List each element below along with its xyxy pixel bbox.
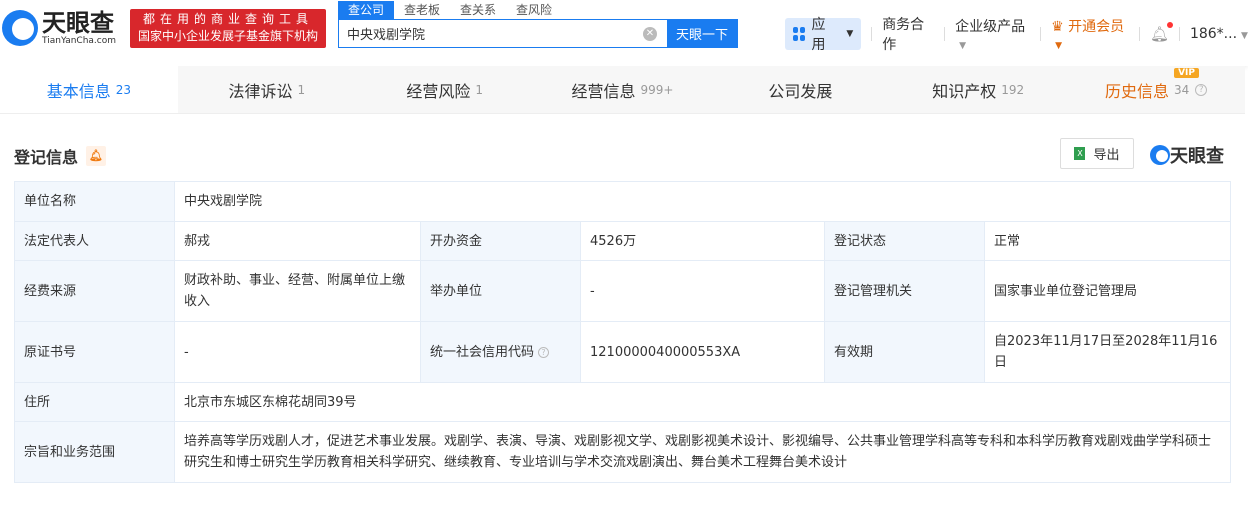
section-title: 登记信息 🔔︎ [14, 144, 107, 168]
cell-label: 宗旨和业务范围 [14, 421, 175, 483]
table-row: 住所 北京市东城区东棉花胡同39号 [14, 382, 1232, 422]
nav-business[interactable]: 商务合作 [882, 14, 934, 54]
brand-watermark: 天眼查 [1150, 142, 1224, 168]
apps-grid-icon [793, 27, 806, 41]
export-button[interactable]: X 导出 [1060, 138, 1134, 169]
search-tab-boss[interactable]: 查老板 [394, 1, 450, 19]
cell-value: 4526万 [580, 221, 825, 261]
cell-value: 财政补助、事业、经营、附属单位上缴收入 [174, 260, 421, 322]
tab-operation[interactable]: 经营信息 999+ [534, 66, 712, 113]
cell-value: 1210000040000553XA [580, 321, 825, 383]
apps-label: 应用 [811, 17, 826, 53]
tab-count: 1 [475, 82, 483, 97]
chevron-down-icon: ▼ [1241, 31, 1248, 41]
logo-icon [1150, 145, 1170, 165]
logo-icon [2, 10, 38, 46]
section-title-text: 登记信息 [14, 148, 79, 167]
apps-menu[interactable]: 应用 ▼ [785, 17, 862, 53]
tab-count: 23 [115, 82, 132, 97]
chevron-down-icon: ▼ [1055, 41, 1063, 51]
help-icon[interactable]: ? [538, 346, 550, 358]
nav-vip-label: 开通会员 [1068, 19, 1125, 35]
legal-rep-link[interactable]: 郝戎 [174, 221, 421, 261]
search-tabs: 查公司 查老板 查关系 查风险 [338, 1, 562, 19]
search-input[interactable] [339, 20, 643, 47]
registration-table: 单位名称 中央戏剧学院 法定代表人 郝戎 开办资金 4526万 登记状态 正常 … [14, 181, 1232, 483]
bell-icon[interactable]: 🔔︎ [86, 146, 107, 166]
top-nav: 应用 ▼ 商务合作 企业级产品▼ ♛ 开通会员▼ 🔔︎ 186*... ▼ [785, 16, 1248, 53]
cell-label: 登记状态 [824, 221, 985, 261]
cell-value: 国家事业单位登记管理局 [983, 260, 1232, 322]
brand-name: 天眼查 [1170, 146, 1224, 167]
tab-ip[interactable]: 知识产权 192 [889, 66, 1067, 113]
table-row: 经费来源 财政补助、事业、经营、附属单位上缴收入 举办单位 - 登记管理机关 国… [14, 260, 1232, 322]
cell-label: 单位名称 [14, 181, 175, 222]
cell-label-text: 统一社会信用代码 [430, 344, 535, 360]
tab-count: 34 [1173, 82, 1190, 97]
excel-icon: X [1074, 147, 1086, 160]
slogan-line: 都在用的商业查询工具 [142, 12, 313, 26]
nav-enterprise[interactable]: 企业级产品 ▼ [955, 16, 1030, 52]
clear-icon[interactable]: ✕ [643, 27, 657, 41]
tab-label: 基本信息 [46, 81, 111, 101]
logo-name: 天眼查 [42, 9, 114, 37]
cell-value: 正常 [983, 221, 1232, 261]
table-row: 法定代表人 郝戎 开办资金 4526万 登记状态 正常 [14, 221, 1232, 261]
search-box: ✕ 天眼一下 [338, 19, 738, 48]
cell-value: - [580, 260, 825, 322]
tab-risk[interactable]: 经营风险 1 [356, 66, 534, 113]
slogan-banner[interactable]: 都在用的商业查询工具 国家中小企业发展子基金旗下机构 [130, 9, 326, 48]
vip-badge: VIP [1174, 68, 1200, 78]
chevron-down-icon: ▼ [846, 29, 854, 39]
cell-label: 经费来源 [14, 260, 175, 322]
search-tab-company[interactable]: 查公司 [338, 1, 395, 19]
tab-legal[interactable]: 法律诉讼 1 [178, 66, 356, 113]
cell-label: 有效期 [824, 321, 985, 383]
cell-value: 自2023年11月17日至2028年11月16日 [983, 321, 1232, 383]
tab-count: 1 [297, 82, 306, 97]
tab-history[interactable]: VIP 历史信息 34? [1067, 66, 1245, 113]
table-row: 宗旨和业务范围 培养高等学历戏剧人才，促进艺术事业发展。戏剧学、表演、导演、戏剧… [14, 421, 1232, 483]
logo-domain: TianYanCha.com [42, 36, 117, 46]
chevron-down-icon: ▼ [959, 41, 967, 51]
tab-label: 历史信息 [1104, 81, 1169, 101]
tab-label: 公司发展 [768, 81, 833, 101]
cell-label: 举办单位 [420, 260, 581, 322]
cell-value: - [174, 321, 421, 383]
tab-label: 知识产权 [932, 81, 997, 101]
search-tab-relation[interactable]: 查关系 [450, 1, 506, 19]
top-bar: 天眼查 TianYanCha.com 都在用的商业查询工具 国家中小企业发展子基… [0, 0, 1248, 66]
table-row: 原证书号 - 统一社会信用代码? 1210000040000553XA 有效期 … [14, 321, 1232, 383]
main-tabs: 基本信息 23 法律诉讼 1 经营风险 1 经营信息 999+ 公司发展 知识产权 192… [0, 66, 1245, 114]
cell-value: 培养高等学历戏剧人才，促进艺术事业发展。戏剧学、表演、导演、戏剧影视文学、戏剧影… [173, 421, 1232, 483]
cell-value: 中央戏剧学院 [173, 181, 1232, 222]
tab-count: 999+ [640, 82, 674, 97]
nav-enterprise-label: 企业级产品 [955, 19, 1026, 35]
tab-label: 经营风险 [406, 81, 471, 101]
tab-label: 法律诉讼 [228, 81, 293, 101]
search-button[interactable]: 天眼一下 [667, 20, 737, 47]
cell-label: 法定代表人 [14, 221, 175, 261]
cell-label: 统一社会信用代码? [420, 321, 581, 383]
bell-icon[interactable]: 🔔︎ [1150, 22, 1174, 43]
cell-label: 登记管理机关 [824, 260, 985, 322]
user-menu[interactable]: 186*... ▼ [1190, 26, 1248, 42]
slogan-line: 国家中小企业发展子基金旗下机构 [137, 29, 318, 43]
cell-label: 住所 [14, 382, 175, 422]
tab-development[interactable]: 公司发展 [711, 66, 889, 113]
table-row: 单位名称 中央戏剧学院 [14, 181, 1232, 222]
logo[interactable]: 天眼查 TianYanCha.com [2, 10, 116, 46]
tab-label: 经营信息 [571, 81, 636, 101]
search-tab-risk[interactable]: 查风险 [506, 1, 562, 19]
cell-value: 北京市东城区东棉花胡同39号 [173, 382, 1232, 422]
export-label: 导出 [1093, 148, 1120, 163]
crown-icon: ♛ [1051, 19, 1064, 35]
nav-vip[interactable]: ♛ 开通会员 ▼ [1051, 16, 1129, 52]
user-label: 186*... [1189, 26, 1238, 42]
cell-label: 开办资金 [420, 221, 581, 261]
tab-count: 192 [1001, 82, 1025, 97]
cell-label: 原证书号 [14, 321, 175, 383]
help-icon[interactable]: ? [1195, 83, 1208, 96]
tab-basic-info[interactable]: 基本信息 23 [0, 66, 178, 113]
